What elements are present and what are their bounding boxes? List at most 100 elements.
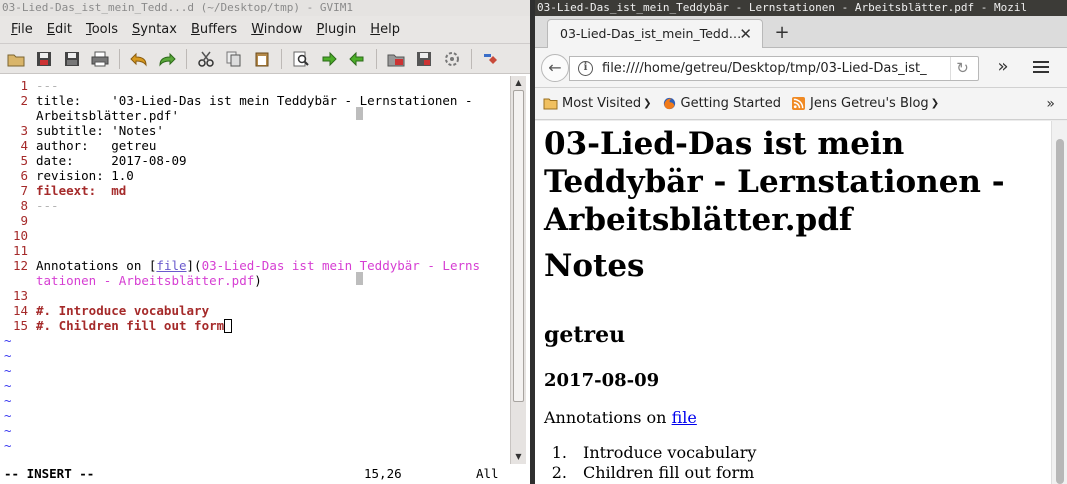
close-tab-icon[interactable]: ✕	[739, 20, 752, 48]
save-session-icon[interactable]	[413, 48, 435, 70]
menu-edit[interactable]: Edit	[40, 16, 79, 44]
bookmarks-overflow-icon[interactable]: »	[1046, 88, 1055, 120]
yaml-delimiter: ---	[36, 78, 59, 93]
save-all-icon[interactable]	[61, 48, 83, 70]
toolbar-overflow-icon[interactable]: »	[991, 56, 1015, 80]
editor-line-3: 3 subtitle: 'Notes'	[0, 123, 163, 138]
gvim-text-area[interactable]: 1 --- 2 title: '03-Lied-Das ist mein Teddy…	[0, 76, 510, 464]
empty-line-tilde: ~	[4, 438, 12, 453]
gvim-vertical-scrollbar[interactable]: ▲ ▼	[510, 76, 526, 464]
menu-window[interactable]: Window	[244, 16, 309, 44]
menu-tools-label: ools	[91, 21, 118, 37]
yaml-fileext-key: fileext:	[36, 183, 112, 198]
menu-plugin[interactable]: Plugin	[309, 16, 363, 44]
menu-help-label: elp	[380, 21, 400, 37]
toolbar-separator	[119, 48, 120, 69]
annotation-link-text: file	[156, 258, 187, 273]
scroll-down-arrow-icon[interactable]: ▼	[513, 451, 524, 462]
list-number: 2.	[551, 463, 567, 482]
line-number: 9	[20, 213, 28, 228]
menu-help[interactable]: Help	[363, 16, 407, 44]
scroll-up-arrow-icon[interactable]: ▲	[513, 77, 524, 88]
find-next-icon[interactable]	[318, 48, 340, 70]
editor-line-2-wrap: Arbeitsblätter.pdf'	[0, 108, 179, 123]
hamburger-menu-icon[interactable]	[1033, 58, 1051, 76]
menu-file[interactable]: File	[4, 16, 40, 44]
bookmark-jens-getreu-blog[interactable]: Jens Getreu's Blog ❯	[791, 96, 939, 111]
wrap-marker	[356, 272, 363, 285]
line-number: 2	[20, 93, 28, 108]
notes-list: 1. Introduce vocabulary 2. Children fill o…	[544, 443, 757, 483]
editor-line-7: 7 fileext: md	[0, 183, 126, 198]
line-number: 8	[20, 198, 28, 213]
editor-line-4: 4 author: getreu	[0, 138, 156, 153]
line-number: 5	[20, 153, 28, 168]
run-script-icon[interactable]	[441, 48, 463, 70]
editor-line-12: 12 Annotations on [file](03-Lied-Das ist …	[0, 258, 480, 273]
menu-window-mnemonic: W	[251, 21, 264, 37]
menu-edit-label: dit	[55, 21, 72, 37]
cut-icon[interactable]	[195, 48, 217, 70]
annotations-paragraph: Annotations on file	[544, 407, 697, 429]
line-number-blank	[0, 108, 28, 123]
editor-line-5: 5 date: 2017-08-09	[0, 153, 186, 168]
scrollbar-thumb[interactable]	[1056, 139, 1064, 484]
find-replace-icon[interactable]	[290, 48, 312, 70]
bookmark-most-visited[interactable]: Most Visited ❯	[543, 96, 652, 111]
url-text[interactable]: file:////home/getreu/Desktop/tmp/03-Lied…	[602, 57, 942, 80]
bookmark-label: Most Visited	[562, 96, 642, 111]
chevron-down-icon: ❯	[643, 98, 652, 109]
browser-tab-active[interactable]: 03-Lied-Das_ist_mein_Tedd… ✕	[547, 19, 763, 49]
undo-icon[interactable]	[128, 48, 150, 70]
open-icon[interactable]	[5, 48, 27, 70]
navigation-toolbar: ← i file:////home/getreu/Desktop/tmp/03-…	[535, 48, 1067, 88]
cursor-position: 15,26	[364, 466, 402, 481]
load-session-icon[interactable]	[385, 48, 407, 70]
page-subtitle: Notes	[544, 248, 645, 284]
annotation-link-target-wrap: tationen - Arbeitsblätter.pdf	[36, 273, 255, 288]
empty-line-tilde: ~	[4, 408, 12, 423]
print-icon[interactable]	[89, 48, 111, 70]
tab-strip: 03-Lied-Das_ist_mein_Tedd… ✕ +	[535, 16, 1067, 49]
firefox-window: 03-Lied-Das_ist_mein_Teddybär - Lernstat…	[535, 0, 1067, 484]
url-bar[interactable]: i file:////home/getreu/Desktop/tmp/03-Li…	[569, 56, 979, 81]
yaml-delimiter: ---	[36, 198, 59, 213]
bookmark-getting-started[interactable]: Getting Started	[662, 96, 781, 111]
folder-icon	[543, 98, 558, 110]
file-link[interactable]: file	[672, 408, 697, 427]
menu-buffers[interactable]: Buffers	[184, 16, 244, 44]
menu-file-label: ile	[17, 21, 33, 37]
empty-line-tilde: ~	[4, 378, 12, 393]
redo-icon[interactable]	[156, 48, 178, 70]
annotation-link-target: 03-Lied-Das ist mein Teddybär - Lerns	[201, 258, 481, 273]
empty-line-tilde: ~	[4, 348, 12, 363]
save-icon[interactable]	[33, 48, 55, 70]
empty-line-tilde: ~	[4, 333, 12, 348]
back-arrow-icon[interactable]: ←	[541, 54, 569, 82]
vim-mode-indicator: -- INSERT --	[4, 466, 95, 481]
line-number: 14	[12, 303, 28, 318]
tag-jump-icon[interactable]	[480, 48, 502, 70]
scrollbar-thumb[interactable]	[513, 90, 524, 402]
menu-buffers-mnemonic: B	[190, 21, 200, 37]
reload-icon[interactable]: ↻	[950, 57, 974, 80]
paste-icon[interactable]	[251, 48, 273, 70]
menu-syntax[interactable]: Syntax	[125, 16, 184, 44]
page-vertical-scrollbar[interactable]	[1051, 121, 1067, 484]
empty-line-tilde: ~	[4, 423, 12, 438]
page-title-line: 03-Lied-Das ist mein	[544, 126, 905, 162]
new-tab-icon[interactable]: +	[769, 19, 795, 47]
menu-syntax-label: yntax	[140, 21, 177, 37]
find-prev-icon[interactable]	[346, 48, 368, 70]
yaml-value-wrap: Arbeitsblätter.pdf'	[36, 108, 179, 123]
menu-tools[interactable]: Tools	[79, 16, 125, 44]
menu-help-mnemonic: H	[370, 21, 381, 37]
copy-icon[interactable]	[223, 48, 245, 70]
site-info-icon[interactable]: i	[578, 61, 593, 76]
empty-line-tilde: ~	[4, 393, 12, 408]
yaml-value: '03-Lied-Das ist mein Teddybär - Lernsta…	[111, 93, 473, 108]
toolbar-separator	[471, 48, 472, 69]
firefox-logo-icon	[663, 97, 675, 110]
gvim-title-bar: 03-Lied-Das_ist_mein_Tedd...d (~/Desktop…	[0, 0, 530, 16]
editor-line-15: 15 #. Children fill out form	[0, 318, 233, 333]
